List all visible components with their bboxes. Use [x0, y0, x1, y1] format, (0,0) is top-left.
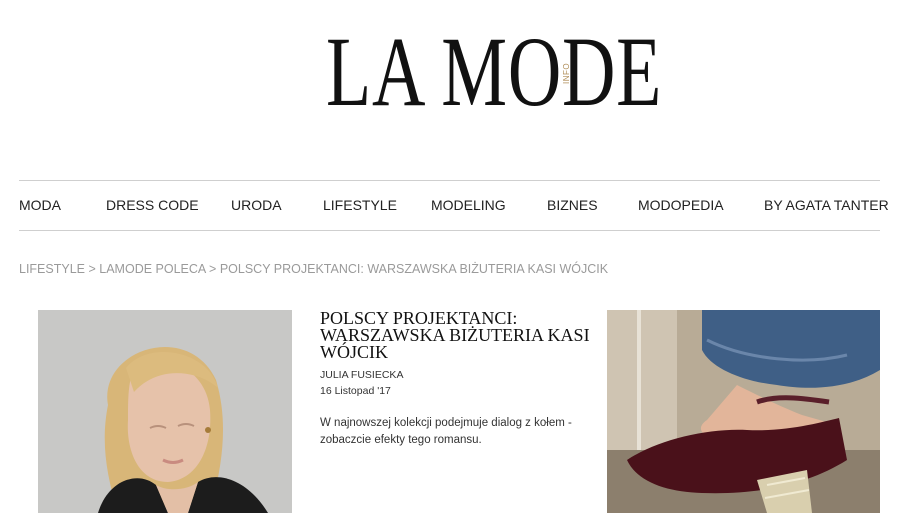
shoe-photo-image: [607, 310, 880, 513]
breadcrumb: LIFESTYLE > LAMODE POLECA > POLSCY PROJE…: [19, 262, 608, 276]
article-photo-shoe[interactable]: [607, 310, 880, 513]
article-excerpt: W najnowszej kolekcji podejmuje dialog z…: [320, 417, 572, 446]
main-nav: MODA DRESS CODE URODA LIFESTYLE MODELING…: [19, 180, 889, 231]
nav-item-moda[interactable]: MODA: [19, 181, 61, 230]
logo-superscript: INFO: [562, 62, 571, 84]
breadcrumb-current: POLSCY PROJEKTANCI: WARSZAWSKA BIŻUTERIA…: [219, 262, 609, 276]
article-date: 16 Listopad '17: [320, 385, 391, 397]
article-photo-model[interactable]: [38, 310, 292, 513]
nav-item-by-agata-tanter[interactable]: BY AGATA TANTER: [764, 181, 889, 230]
nav-item-modeling[interactable]: MODELING: [431, 181, 506, 230]
logo-text: LA MODE: [326, 16, 663, 127]
breadcrumb-separator: >: [209, 262, 220, 276]
nav-item-uroda[interactable]: URODA: [231, 181, 282, 230]
nav-item-modopedia[interactable]: MODOPEDIA: [638, 181, 724, 230]
site-logo[interactable]: LA MODE INFO: [0, 22, 900, 122]
breadcrumb-separator: >: [88, 262, 100, 276]
nav-item-dress-code[interactable]: DRESS CODE: [106, 181, 199, 230]
article-author[interactable]: JULIA FUSIECKA: [320, 369, 403, 381]
model-portrait-image: [38, 310, 292, 513]
breadcrumb-lifestyle[interactable]: LIFESTYLE: [19, 262, 85, 276]
nav-item-biznes[interactable]: BIZNES: [547, 181, 598, 230]
article-title[interactable]: POLSCY PROJEKTANCI: WARSZAWSKA BIŻUTERIA…: [320, 309, 590, 361]
breadcrumb-lamode-poleca[interactable]: LAMODE POLECA: [99, 262, 205, 276]
nav-item-lifestyle[interactable]: LIFESTYLE: [323, 181, 397, 230]
